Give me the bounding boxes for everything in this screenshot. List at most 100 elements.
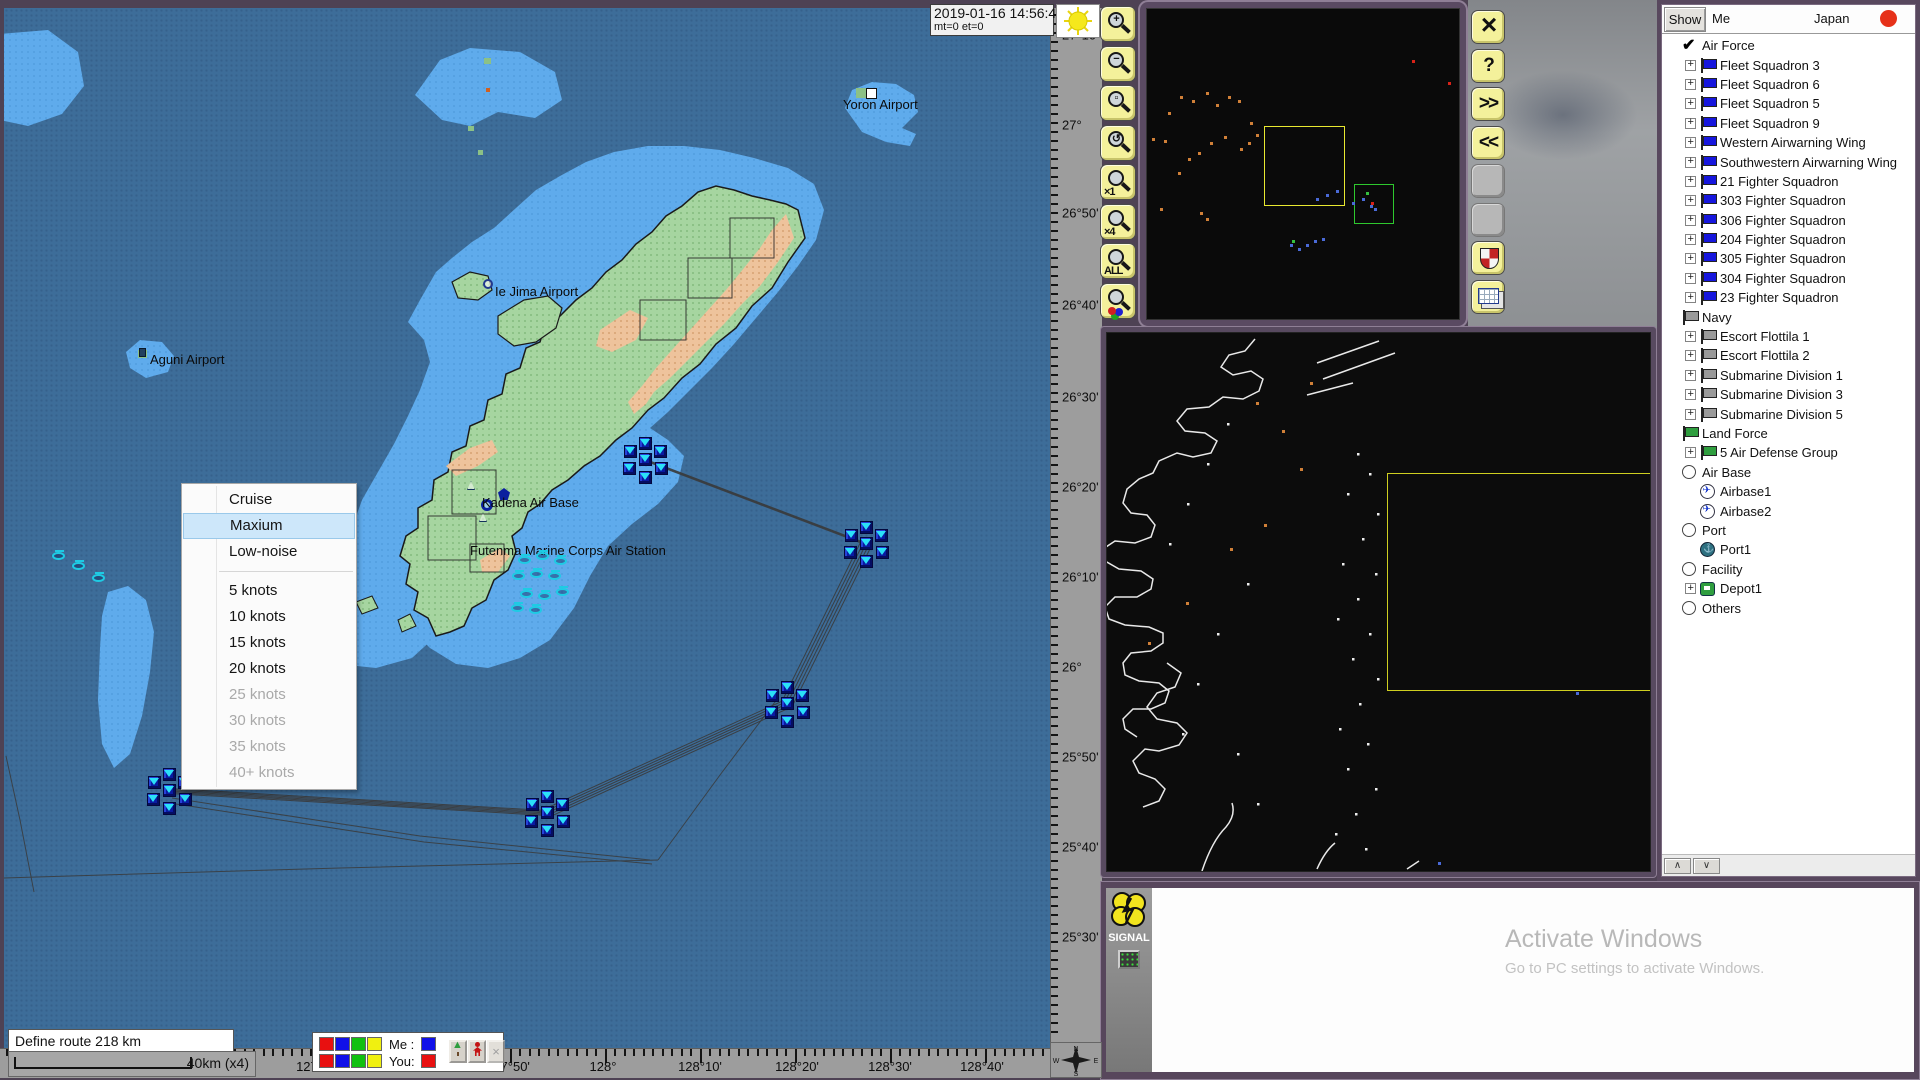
signal-grid-button[interactable] xyxy=(1118,950,1140,969)
tree-item[interactable]: Southwestern Airwarning Wing xyxy=(1685,152,1914,171)
zoom-color-button[interactable] xyxy=(1100,283,1136,319)
menu-item[interactable]: 40+ knots xyxy=(182,760,356,786)
forward-button[interactable]: >> xyxy=(1471,87,1505,121)
tree-item[interactable]: Facility xyxy=(1667,560,1914,579)
tree-view-button[interactable] xyxy=(449,1040,467,1063)
expand-plus-icon[interactable] xyxy=(1685,447,1696,458)
close-button[interactable]: × xyxy=(1471,10,1505,44)
close-legend-button[interactable]: × xyxy=(487,1040,505,1063)
signal-clover-icon[interactable] xyxy=(1108,890,1150,932)
zoom-all-button[interactable]: ALL xyxy=(1100,243,1136,279)
tree-item[interactable]: Submarine Division 1 xyxy=(1685,366,1914,385)
help-button[interactable]: ? xyxy=(1471,49,1505,83)
ruler-tick xyxy=(557,1049,559,1056)
blank-2-button[interactable] xyxy=(1471,203,1505,237)
tree-item[interactable]: Navy xyxy=(1667,307,1914,326)
expand-plus-icon[interactable] xyxy=(1685,98,1696,109)
tree-item[interactable]: Submarine Division 3 xyxy=(1685,385,1914,404)
tree-item[interactable]: 303 Fighter Squadron xyxy=(1685,191,1914,210)
tree-item[interactable]: 306 Fighter Squadron xyxy=(1685,211,1914,230)
tree-item[interactable]: 304 Fighter Squadron xyxy=(1685,269,1914,288)
zoom-in-button[interactable]: + xyxy=(1100,6,1136,42)
daylight-indicator xyxy=(1056,4,1100,38)
ruler-tick xyxy=(1051,653,1058,655)
expand-plus-icon[interactable] xyxy=(1685,195,1696,206)
expand-plus-icon[interactable] xyxy=(1685,409,1696,420)
show-button[interactable]: Show xyxy=(1664,7,1706,32)
layout-button[interactable] xyxy=(1471,280,1505,314)
blank-1-button[interactable] xyxy=(1471,164,1505,198)
expand-plus-icon[interactable] xyxy=(1685,137,1696,148)
expand-plus-icon[interactable] xyxy=(1685,389,1696,400)
ruler-tick xyxy=(1051,869,1058,871)
expand-plus-icon[interactable] xyxy=(1685,370,1696,381)
menu-item[interactable]: 10 knots xyxy=(182,604,356,630)
tree-item[interactable]: Port xyxy=(1667,521,1914,540)
expand-plus-icon[interactable] xyxy=(1685,583,1696,594)
expand-plus-icon[interactable] xyxy=(1685,331,1696,342)
tree-item[interactable]: Submarine Division 5 xyxy=(1685,404,1914,423)
tree-item[interactable]: Airbase2 xyxy=(1685,501,1914,520)
expand-plus-icon[interactable] xyxy=(1685,60,1696,71)
person-view-button[interactable] xyxy=(468,1040,486,1063)
menu-item[interactable]: 30 knots xyxy=(182,708,356,734)
tree-item-icon xyxy=(1700,504,1716,519)
expand-plus-icon[interactable] xyxy=(1685,215,1696,226)
zoom-rect-button[interactable]: ▫ xyxy=(1100,85,1136,121)
expand-plus-icon[interactable] xyxy=(1685,176,1696,187)
tree-item[interactable]: Land Force xyxy=(1667,424,1914,443)
menu-item[interactable]: 20 knots xyxy=(182,656,356,682)
zoom-x4-button[interactable]: ×4 xyxy=(1100,204,1136,240)
ruler-tick xyxy=(1051,392,1058,394)
main-map[interactable] xyxy=(4,8,1050,1048)
expand-plus-icon[interactable] xyxy=(1685,234,1696,245)
tree-item[interactable]: 204 Fighter Squadron xyxy=(1685,230,1914,249)
tree-item[interactable]: Escort Flottila 2 xyxy=(1685,346,1914,365)
ruler-tick xyxy=(1051,221,1058,223)
tree-item[interactable]: 305 Fighter Squadron xyxy=(1685,249,1914,268)
defense-button[interactable] xyxy=(1471,241,1505,275)
ruler-tick xyxy=(842,1049,844,1056)
scroll-down-button[interactable]: ∨ xyxy=(1693,858,1720,874)
menu-item[interactable]: 15 knots xyxy=(182,630,356,656)
ruler-tick xyxy=(1051,464,1058,466)
tree-item[interactable]: Fleet Squadron 9 xyxy=(1685,114,1914,133)
expand-plus-icon[interactable] xyxy=(1685,273,1696,284)
expand-plus-icon[interactable] xyxy=(1685,350,1696,361)
menu-item[interactable]: Low-noise xyxy=(182,539,356,565)
zoom-out-button[interactable]: − xyxy=(1100,46,1136,82)
tree-item[interactable]: Western Airwarning Wing xyxy=(1685,133,1914,152)
tree-item[interactable]: Fleet Squadron 5 xyxy=(1685,94,1914,113)
tree-item[interactable]: Fleet Squadron 3 xyxy=(1685,55,1914,74)
menu-item[interactable]: 5 knots xyxy=(182,578,356,604)
scroll-up-button[interactable]: ∧ xyxy=(1664,858,1691,874)
expand-plus-icon[interactable] xyxy=(1685,79,1696,90)
radar-map[interactable] xyxy=(1106,332,1651,872)
expand-plus-icon[interactable] xyxy=(1685,292,1696,303)
sim-time-stats: mt=0 et=0 xyxy=(934,21,1050,33)
tree-item[interactable]: 5 Air Defense Group xyxy=(1685,443,1914,462)
menu-item[interactable]: Cruise xyxy=(182,487,356,513)
tree-item[interactable]: Escort Flottila 1 xyxy=(1685,327,1914,346)
menu-item[interactable]: 25 knots xyxy=(182,682,356,708)
back-button[interactable]: << xyxy=(1471,126,1505,160)
minimap-selection-rect[interactable] xyxy=(1354,184,1394,224)
tree-item[interactable]: Others xyxy=(1667,598,1914,617)
tree-item[interactable]: Air Force xyxy=(1667,36,1914,55)
zoom-back-button[interactable]: ↺ xyxy=(1100,125,1136,161)
expand-plus-icon[interactable] xyxy=(1685,157,1696,168)
tree-item[interactable]: 23 Fighter Squadron xyxy=(1685,288,1914,307)
zoom-x1-button[interactable]: ×1 xyxy=(1100,164,1136,200)
ruler-tick xyxy=(1051,446,1058,448)
minimap-view-rect[interactable] xyxy=(1264,126,1345,206)
expand-plus-icon[interactable] xyxy=(1685,118,1696,129)
tree-item[interactable]: 21 Fighter Squadron xyxy=(1685,172,1914,191)
menu-item[interactable]: 35 knots xyxy=(182,734,356,760)
tree-item[interactable]: Air Base xyxy=(1667,463,1914,482)
tree-item[interactable]: Fleet Squadron 6 xyxy=(1685,75,1914,94)
tree-item[interactable]: Depot1 xyxy=(1685,579,1914,598)
tree-item[interactable]: Port1 xyxy=(1685,540,1914,559)
tree-item[interactable]: Airbase1 xyxy=(1685,482,1914,501)
expand-plus-icon[interactable] xyxy=(1685,253,1696,264)
menu-item[interactable]: Maxium xyxy=(183,513,355,539)
